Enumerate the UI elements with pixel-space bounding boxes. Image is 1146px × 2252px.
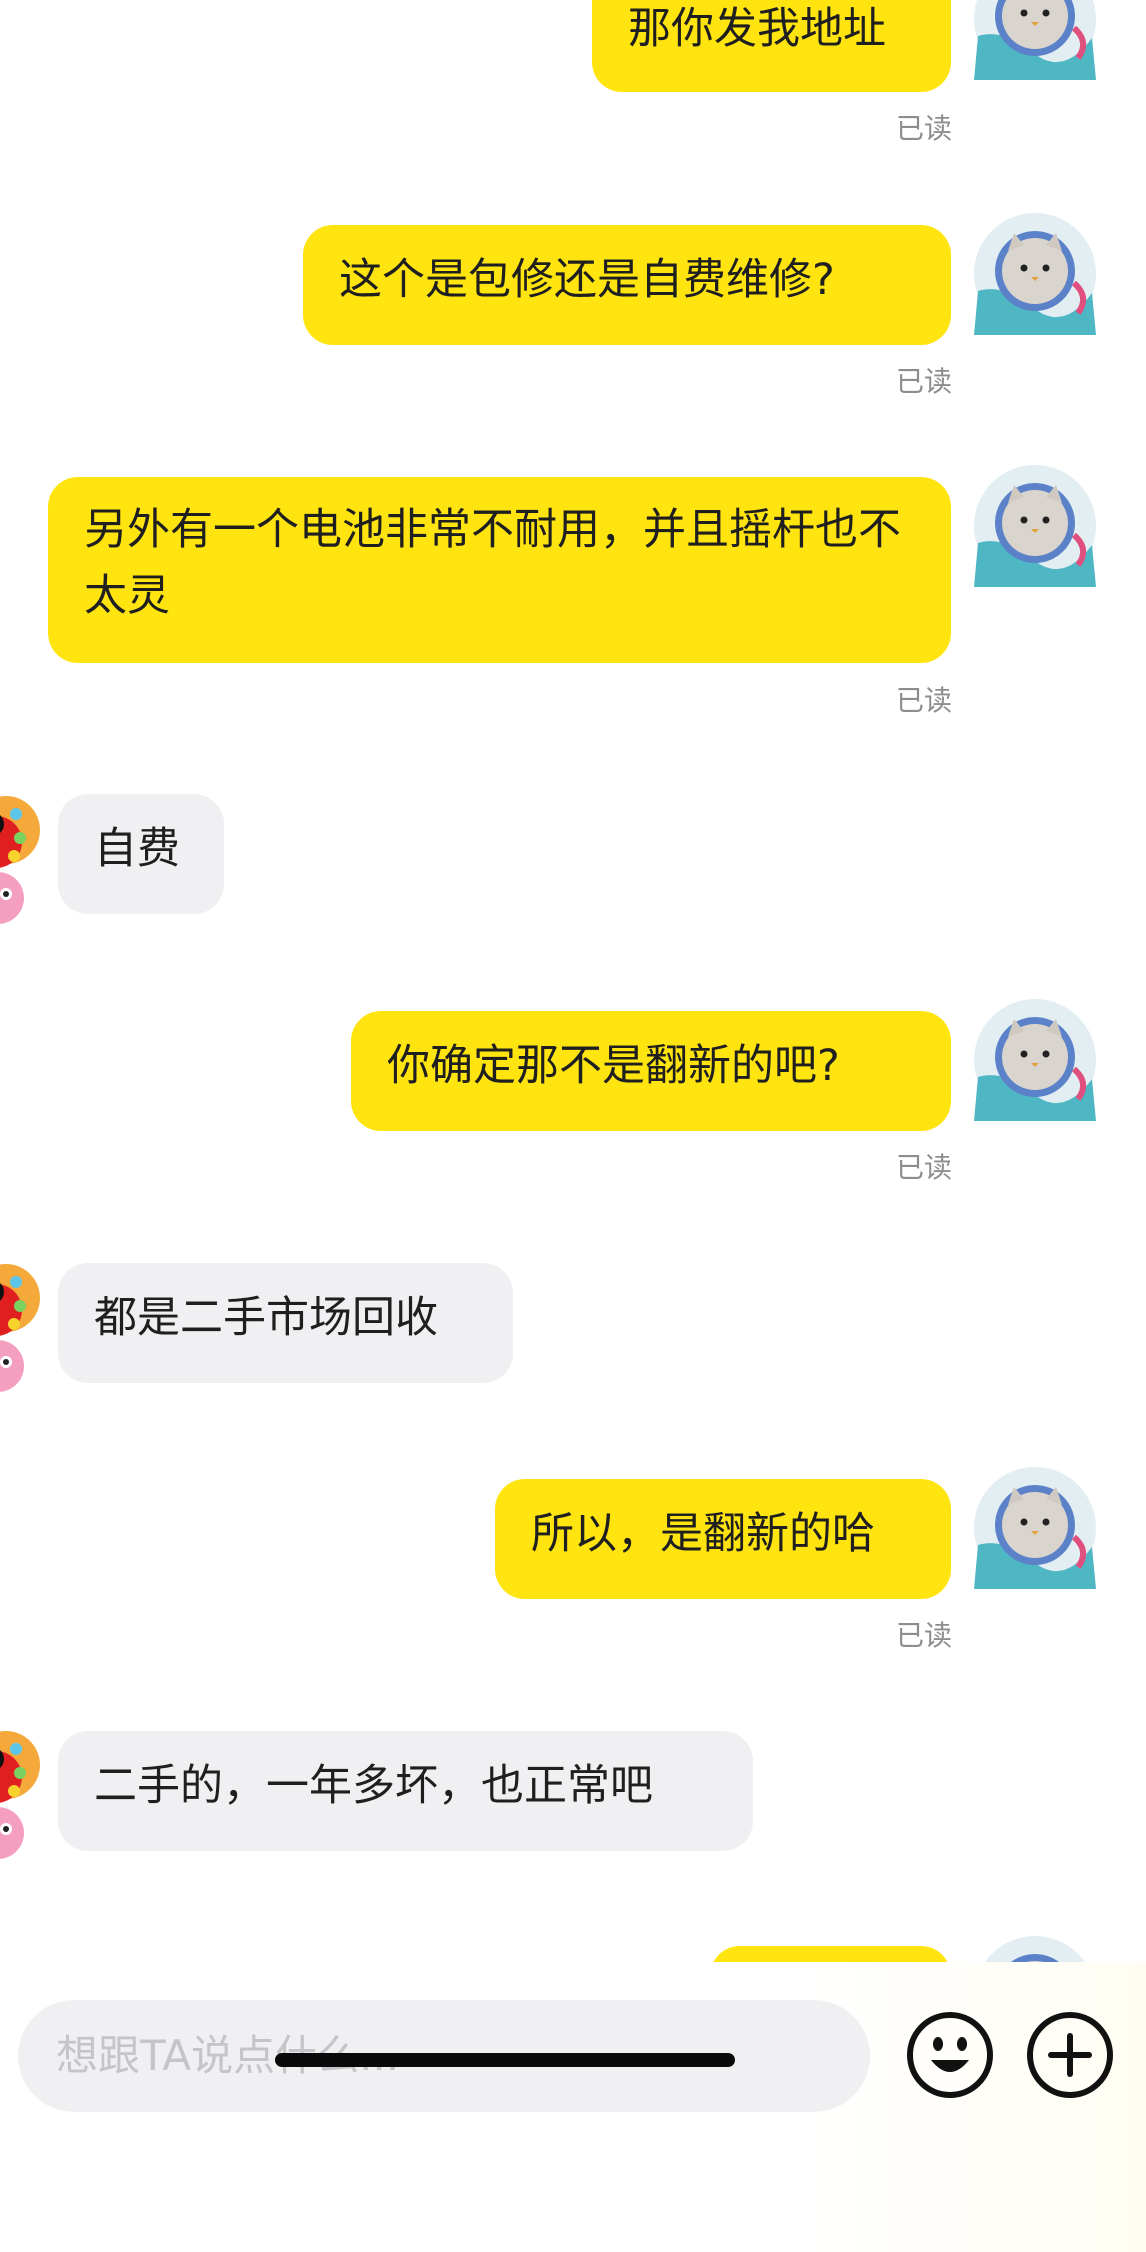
add-button[interactable] <box>1025 2010 1115 2100</box>
my-avatar[interactable] <box>974 999 1096 1121</box>
contact-avatar[interactable] <box>0 1725 48 1875</box>
contact-message-bubble[interactable]: 都是二手市场回收 <box>58 1263 513 1383</box>
read-receipt: 已读 <box>895 365 952 398</box>
plus-circle-icon <box>1027 2012 1113 2098</box>
read-receipt: 已读 <box>895 684 952 717</box>
my-avatar[interactable] <box>974 1467 1096 1589</box>
read-receipt: 已读 <box>895 112 952 145</box>
my-avatar[interactable] <box>974 465 1096 587</box>
contact-avatar[interactable] <box>0 1258 48 1408</box>
emoji-button[interactable] <box>905 2010 995 2100</box>
my-avatar[interactable] <box>974 1936 1096 1962</box>
contact-avatar[interactable] <box>0 790 48 940</box>
my-message-bubble[interactable]: 这个是包修还是自费维修? <box>303 225 951 345</box>
my-avatar[interactable] <box>974 0 1096 80</box>
read-receipt: 已读 <box>895 1151 952 1184</box>
my-message-bubble[interactable]: 另外有一个电池非常不耐用，并且摇杆也不太灵 <box>48 477 951 663</box>
chat-message-list[interactable]: 那你发我地址 已读 这个是包修还是自费维修? 已读 另外有一个电池非常不耐用，并… <box>0 0 1146 1962</box>
my-avatar[interactable] <box>974 213 1096 335</box>
my-message-bubble[interactable]: 你确定那不是翻新的吧? <box>351 1011 951 1131</box>
my-message-bubble[interactable]: 那你发我地址 <box>592 0 951 92</box>
smiley-face-icon <box>907 2012 993 2098</box>
contact-message-bubble[interactable]: 自费 <box>58 794 224 914</box>
contact-message-bubble[interactable]: 二手的，一年多坏，也正常吧 <box>58 1731 753 1851</box>
home-indicator[interactable] <box>275 2053 735 2067</box>
read-receipt: 已读 <box>895 1619 952 1652</box>
message-input-bar: 想跟TA说点什么... <box>0 1962 1146 2252</box>
my-message-bubble-partial[interactable] <box>710 1946 951 1962</box>
my-message-bubble[interactable]: 所以，是翻新的哈 <box>495 1479 951 1599</box>
